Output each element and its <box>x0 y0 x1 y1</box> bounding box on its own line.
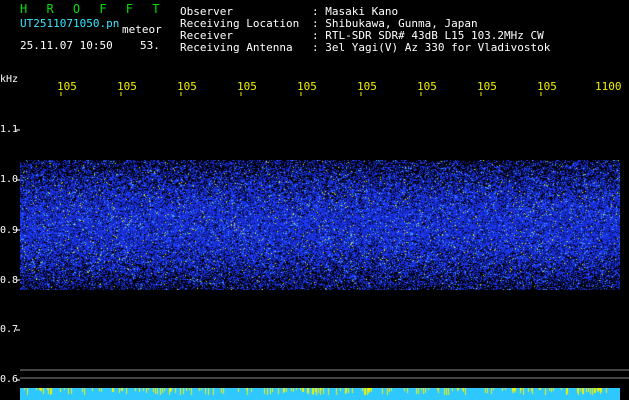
baseline-noise-specks <box>20 388 620 400</box>
meteor-echo-spectrogram <box>20 160 620 290</box>
baseline-noise-band <box>20 388 620 400</box>
